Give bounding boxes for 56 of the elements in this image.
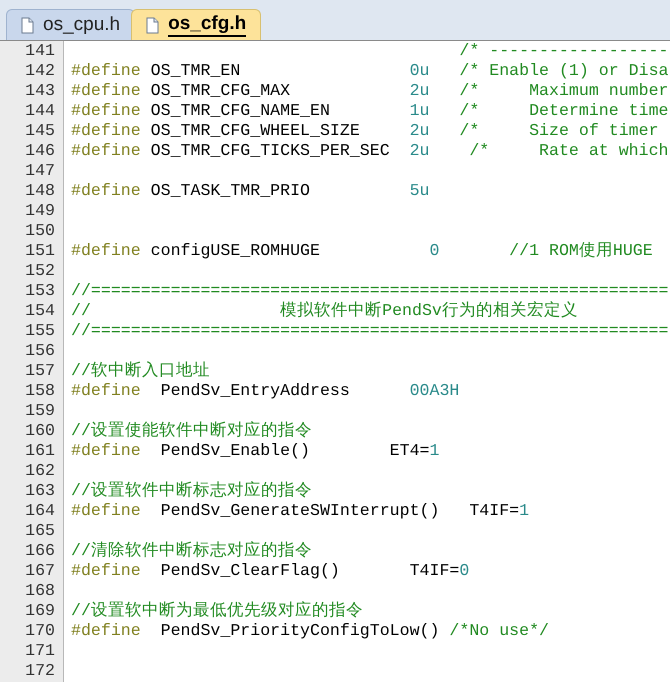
line-number: 171 [24,641,56,661]
code-line: #define PendSv_ClearFlag() T4IF=0 [71,561,470,581]
line-number: 166 [24,541,56,561]
line-number: 172 [24,661,56,681]
line-number: 157 [24,361,56,381]
line-number: 141 [24,41,56,61]
code-line: #define OS_TMR_CFG_TICKS_PER_SEC 2u /* Rate at which [71,141,669,161]
document-icon [146,16,160,34]
code-line: //清除软件中断标志对应的指令 [71,541,312,561]
line-number: 160 [24,421,56,441]
line-number: 169 [24,601,56,621]
code-line: #define configUSE_ROMHUGE 0 //1 ROM使用HUGE [71,241,653,261]
line-number: 150 [24,221,56,241]
line-number: 145 [24,121,56,141]
line-number: 156 [24,341,56,361]
line-number: 142 [24,61,56,81]
line-number: 165 [24,521,56,541]
line-number: 161 [24,441,56,461]
line-number: 154 [24,301,56,321]
line-number: 151 [24,241,56,261]
code-line: #define OS_TMR_CFG_WHEEL_SIZE 2u /* Size of timer [71,121,659,141]
code-line: #define PendSv_GenerateSWInterrupt() T4IF=1 [71,501,530,521]
line-number: 163 [24,481,56,501]
line-number: 152 [24,261,56,281]
line-number: 149 [24,201,56,221]
code-line: //========================================================== [71,321,668,341]
code-line: #define PendSv_PriorityConfigToLow() /*No use*/ [71,621,550,641]
line-number: 148 [24,181,56,201]
line-number: 143 [24,81,56,101]
code-line: #define OS_TASK_TMR_PRIO 5u [71,181,430,201]
code-line: #define OS_TMR_EN 0u /* Enable (1) or Disa [71,61,669,81]
code-line: #define OS_TMR_CFG_NAME_EN 1u /* Determine time [71,101,669,121]
line-number: 168 [24,581,56,601]
line-number: 153 [24,281,56,301]
code-line: // 模拟软件中断PendSv行为的相关宏定义 [71,301,578,321]
code-line: #define PendSv_Enable() ET4=1 [71,441,440,461]
line-number: 170 [24,621,56,641]
line-number: 159 [24,401,56,421]
line-number: 155 [24,321,56,341]
line-number: 158 [24,381,56,401]
line-number: 167 [24,561,56,581]
code-line: //设置软件中断标志对应的指令 [71,481,312,501]
line-number: 146 [24,141,56,161]
code-line: //软中断入口地址 [71,361,210,381]
line-number: 162 [24,461,56,481]
file-tab[interactable]: os_cfg.h [131,9,262,40]
code-line: #define PendSv_EntryAddress 00A3H [71,381,460,401]
line-number: 164 [24,501,56,521]
document-icon [21,16,34,34]
code-line: //设置软中断为最低优先级对应的指令 [71,601,363,621]
code-line: //设置使能软件中断对应的指令 [71,421,312,441]
code-line: #define OS_TMR_CFG_MAX 2u /* Maximum number [71,81,669,101]
code-line: //========================================================== [71,281,668,301]
line-number: 144 [24,101,56,121]
code-line: /* ------------------ [458,41,668,61]
line-number: 147 [24,161,56,181]
